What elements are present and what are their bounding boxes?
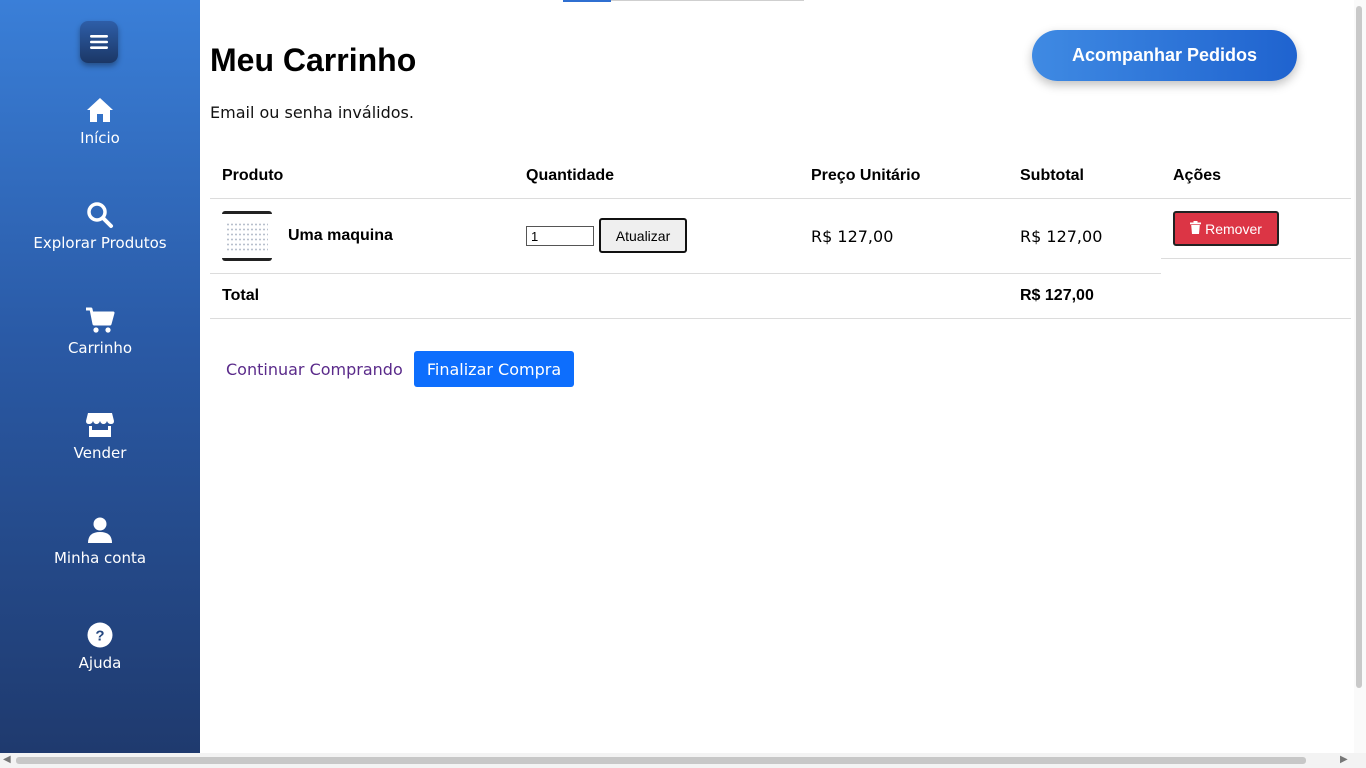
- product-name: Uma maquina: [288, 227, 393, 244]
- sidebar-item-carrinho[interactable]: Carrinho: [0, 305, 200, 375]
- sidebar-item-label: Ajuda: [78, 654, 122, 672]
- trash-icon: [1190, 220, 1202, 237]
- column-header-preco-unitario: Preço Unitário: [811, 167, 921, 184]
- product-thumbnail: [222, 211, 272, 261]
- actions-divider: [1161, 258, 1351, 259]
- help-icon: ?: [85, 620, 115, 650]
- sidebar-item-label: Carrinho: [67, 339, 133, 357]
- scroll-right-icon[interactable]: ▶: [1340, 754, 1348, 765]
- sidebar-item-minha-conta[interactable]: Minha conta: [0, 515, 200, 585]
- hamburger-menu-icon[interactable]: [80, 21, 118, 63]
- page-title: Meu Carrinho: [210, 42, 417, 78]
- total-value: R$ 127,00: [1020, 287, 1094, 304]
- continue-shopping-link[interactable]: Continuar Comprando: [226, 360, 403, 379]
- column-header-produto: Produto: [222, 167, 284, 184]
- remove-item-button[interactable]: Remover: [1173, 211, 1279, 246]
- user-icon: [85, 515, 115, 545]
- scroll-left-icon[interactable]: ◀: [3, 754, 11, 765]
- quantity-input[interactable]: [526, 226, 594, 246]
- svg-text:?: ?: [95, 628, 104, 645]
- column-header-quantidade: Quantidade: [526, 167, 615, 184]
- sidebar-item-vender[interactable]: Vender: [0, 410, 200, 480]
- sidebar: Início Explorar Produtos Carrinho Vender…: [0, 0, 200, 753]
- sidebar-item-label: Explorar Produtos: [33, 234, 167, 252]
- sidebar-item-label: Minha conta: [53, 549, 147, 567]
- error-message: Email ou senha inválidos.: [210, 103, 414, 122]
- search-icon: [85, 200, 115, 230]
- sidebar-item-explorar-produtos[interactable]: Explorar Produtos: [0, 200, 200, 270]
- remove-label: Remover: [1205, 220, 1262, 237]
- sidebar-item-ajuda[interactable]: ? Ajuda: [0, 620, 200, 690]
- horizontal-scrollbar-thumb[interactable]: [16, 757, 1306, 764]
- top-tab-indicator: [563, 0, 611, 2]
- checkout-button[interactable]: Finalizar Compra: [414, 351, 574, 387]
- sidebar-item-label: Vender: [73, 444, 127, 462]
- store-icon: [85, 410, 115, 440]
- cart-icon: [85, 305, 115, 335]
- sidebar-item-inicio[interactable]: Início: [0, 95, 200, 165]
- track-orders-button[interactable]: Acompanhar Pedidos: [1032, 30, 1297, 81]
- total-divider: [210, 318, 1351, 319]
- update-quantity-button[interactable]: Atualizar: [599, 218, 687, 253]
- column-header-subtotal: Subtotal: [1020, 167, 1084, 184]
- column-header-acoes: Ações: [1173, 167, 1222, 184]
- vertical-scrollbar-thumb[interactable]: [1356, 6, 1362, 688]
- total-label: Total: [222, 287, 260, 304]
- row-divider: [210, 273, 1161, 274]
- top-tab-divider: [611, 0, 804, 1]
- sidebar-item-label: Início: [80, 129, 120, 147]
- unit-price: R$ 127,00: [811, 227, 894, 246]
- row-subtotal: R$ 127,00: [1020, 227, 1103, 246]
- table-header-divider: [210, 198, 1351, 199]
- home-icon: [85, 95, 115, 125]
